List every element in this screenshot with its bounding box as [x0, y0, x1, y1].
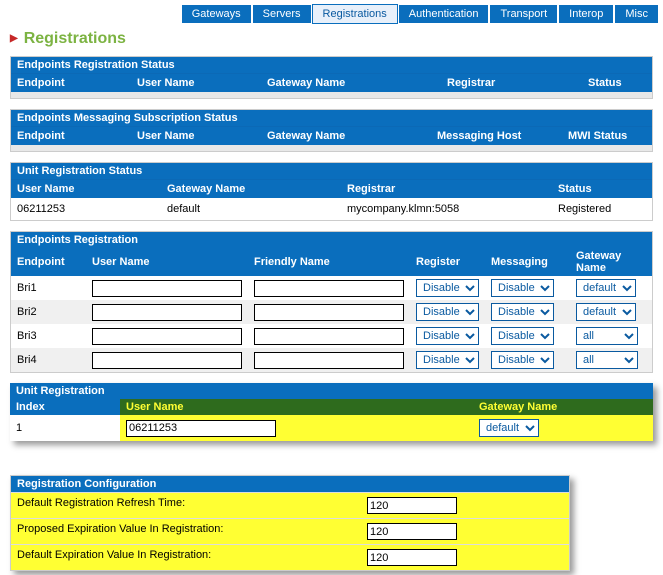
col-msghost: Messaging Host [431, 129, 562, 143]
col-register: Register [410, 248, 485, 276]
messaging-select[interactable]: Disable [491, 351, 554, 369]
username-input[interactable] [92, 280, 242, 297]
proposed-expiration-input[interactable] [367, 523, 457, 540]
username-input[interactable] [92, 304, 242, 321]
column-headers: User Name Gateway Name Registrar Status [11, 179, 652, 198]
gateway-select[interactable]: all [576, 351, 638, 369]
table-row: Bri3 Disable Disable all [11, 324, 652, 348]
section-title: Unit Registration [10, 383, 653, 399]
username-input[interactable] [92, 328, 242, 345]
col-registrar: Registrar [441, 76, 582, 90]
section-title: Endpoints Messaging Subscription Status [11, 110, 652, 126]
table-row: 1 default [10, 415, 653, 441]
cell-endpoint: Bri4 [11, 348, 86, 372]
col-gateway: Gateway Name [161, 182, 341, 196]
tab-registrations[interactable]: Registrations [312, 4, 398, 24]
col-gateway: Gateway Name [473, 399, 653, 415]
config-label: Default Registration Refresh Time: [17, 497, 367, 514]
col-endpoint: Endpoint [11, 248, 86, 276]
messaging-select[interactable]: Disable [491, 303, 554, 321]
messaging-select[interactable]: Disable [491, 279, 554, 297]
col-username: User Name [11, 182, 161, 196]
section-title: Endpoints Registration [11, 232, 652, 248]
col-index: Index [10, 399, 120, 415]
default-expiration-input[interactable] [367, 549, 457, 566]
section-endpoints-reg-status: Endpoints Registration Status Endpoint U… [10, 56, 653, 99]
refresh-time-input[interactable] [367, 497, 457, 514]
register-select[interactable]: Disable [416, 279, 479, 297]
tab-gateways[interactable]: Gateways [181, 4, 252, 24]
table-row: Bri1 Disable Disable default [11, 276, 652, 300]
col-friendly: Friendly Name [248, 248, 410, 276]
section-endpoints-reg: Endpoints Registration Endpoint User Nam… [10, 231, 653, 373]
col-mwistatus: MWI Status [562, 129, 652, 143]
gateway-select[interactable]: default [479, 419, 539, 437]
username-input[interactable] [92, 352, 242, 369]
gateway-select[interactable]: all [576, 327, 638, 345]
page-title: ▶ Registrations [0, 26, 663, 52]
col-endpoint: Endpoint [11, 129, 131, 143]
friendly-input[interactable] [254, 304, 404, 321]
table-row: Bri2 Disable Disable default [11, 300, 652, 324]
register-select[interactable]: Disable [416, 327, 479, 345]
config-row: Default Expiration Value In Registration… [11, 544, 569, 570]
cell-index: 1 [10, 415, 120, 441]
col-gateway: Gateway Name [261, 129, 431, 143]
arrow-icon: ▶ [10, 33, 18, 44]
tab-transport[interactable]: Transport [489, 4, 558, 24]
page-title-text: Registrations [24, 30, 126, 47]
col-username: User Name [86, 248, 248, 276]
col-username: User Name [131, 129, 261, 143]
col-gatewayname: Gateway Name [570, 248, 652, 276]
col-registrar: Registrar [341, 182, 552, 196]
tab-servers[interactable]: Servers [252, 4, 312, 24]
col-status: Status [582, 76, 652, 90]
messaging-select[interactable]: Disable [491, 327, 554, 345]
top-tabs: Gateways Servers Registrations Authentic… [0, 0, 663, 26]
column-headers: Index User Name Gateway Name [10, 399, 653, 415]
gateway-select[interactable]: default [576, 303, 636, 321]
table-row: Bri4 Disable Disable all [11, 348, 652, 372]
column-headers: Endpoint User Name Gateway Name Registra… [11, 73, 652, 92]
col-username: User Name [131, 76, 261, 90]
gateway-select[interactable]: default [576, 279, 636, 297]
section-title: Unit Registration Status [11, 163, 652, 179]
tab-misc[interactable]: Misc [614, 4, 659, 24]
register-select[interactable]: Disable [416, 303, 479, 321]
register-select[interactable]: Disable [416, 351, 479, 369]
column-headers: Endpoint User Name Friendly Name Registe… [11, 248, 652, 276]
section-unit-reg: Unit Registration Index User Name Gatewa… [10, 383, 653, 441]
config-label: Proposed Expiration Value In Registratio… [17, 523, 367, 540]
col-username: User Name [120, 399, 473, 415]
cell-endpoint: Bri2 [11, 300, 86, 324]
col-gateway: Gateway Name [261, 76, 441, 90]
tab-interop[interactable]: Interop [558, 4, 614, 24]
config-label: Default Expiration Value In Registration… [17, 549, 367, 566]
section-title: Registration Configuration [11, 476, 569, 492]
col-messaging: Messaging [485, 248, 570, 276]
cell-registrar: mycompany.klmn:5058 [341, 202, 552, 216]
cell-gateway: default [161, 202, 341, 216]
section-endpoints-msg-status: Endpoints Messaging Subscription Status … [10, 109, 653, 152]
cell-status: Registered [552, 202, 652, 216]
table-row: 06211253 default mycompany.klmn:5058 Reg… [11, 198, 652, 220]
cell-endpoint: Bri3 [11, 324, 86, 348]
section-title: Endpoints Registration Status [11, 57, 652, 73]
tab-authentication[interactable]: Authentication [398, 4, 490, 24]
column-headers: Endpoint User Name Gateway Name Messagin… [11, 126, 652, 145]
cell-username: 06211253 [11, 202, 161, 216]
col-endpoint: Endpoint [11, 76, 131, 90]
cell-endpoint: Bri1 [11, 276, 86, 300]
col-status: Status [552, 182, 652, 196]
config-row: Proposed Expiration Value In Registratio… [11, 518, 569, 544]
username-input[interactable] [126, 420, 276, 437]
friendly-input[interactable] [254, 280, 404, 297]
section-unit-reg-status: Unit Registration Status User Name Gatew… [10, 162, 653, 221]
config-row: Default Registration Refresh Time: [11, 492, 569, 518]
friendly-input[interactable] [254, 352, 404, 369]
section-reg-config: Registration Configuration Default Regis… [10, 475, 570, 571]
friendly-input[interactable] [254, 328, 404, 345]
